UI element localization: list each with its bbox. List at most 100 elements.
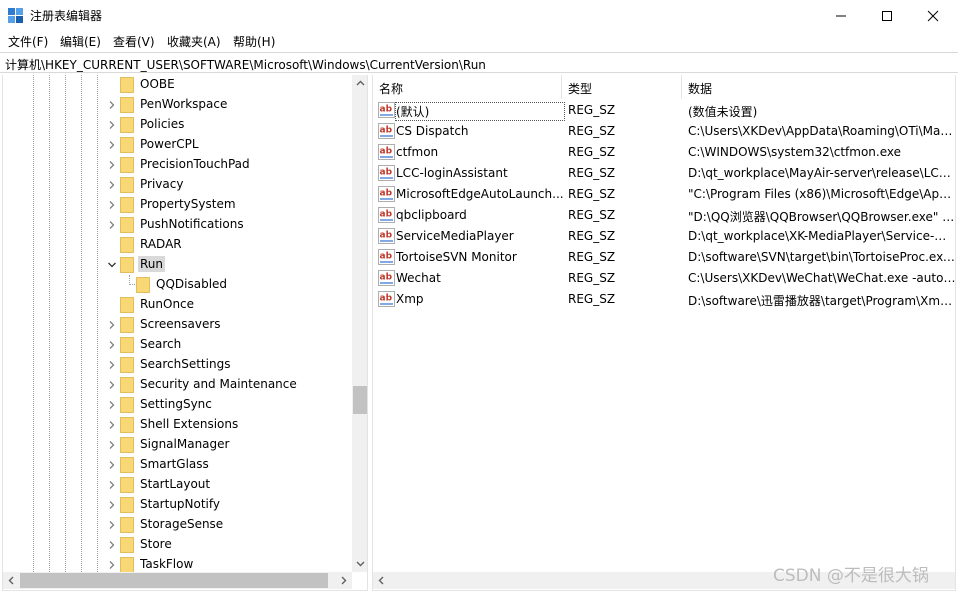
scroll-left-arrow-icon[interactable] <box>7 576 16 585</box>
column-header-type[interactable]: 类型 <box>562 75 682 99</box>
chevron-right-icon[interactable] <box>107 320 117 330</box>
chevron-right-icon[interactable] <box>107 180 117 190</box>
chevron-right-icon[interactable] <box>107 220 117 230</box>
value-type: REG_SZ <box>568 145 616 159</box>
string-value-icon: ab <box>378 102 395 118</box>
chevron-right-icon[interactable] <box>107 440 117 450</box>
tree-item[interactable]: RunOnce <box>3 295 351 315</box>
tree-item[interactable]: RADAR <box>3 235 351 255</box>
value-type: REG_SZ <box>568 292 616 306</box>
value-row[interactable]: ab ctfmon REG_SZ C:\WINDOWS\system32\ctfmon… <box>373 142 955 163</box>
chevron-right-icon[interactable] <box>107 420 117 430</box>
tree-item[interactable]: SearchSettings <box>3 355 351 375</box>
tree-horizontal-scroll-thumb[interactable] <box>20 573 328 588</box>
tree-item[interactable]: Policies <box>3 115 351 135</box>
value-type: REG_SZ <box>568 124 616 138</box>
tree-item[interactable]: PenWorkspace <box>3 95 351 115</box>
folder-icon <box>120 417 134 433</box>
chevron-right-icon[interactable] <box>107 200 117 210</box>
key-tree-pane[interactable]: OOBE PenWorkspace Policies PowerCPL Precisio… <box>2 75 368 591</box>
chevron-right-icon[interactable] <box>107 120 117 130</box>
tree-item[interactable]: PowerCPL <box>3 135 351 155</box>
column-header-data[interactable]: 数据 <box>682 75 955 99</box>
chevron-right-icon[interactable] <box>107 140 117 150</box>
tree-item-label: QQDisabled <box>156 277 228 291</box>
chevron-right-icon[interactable] <box>107 400 117 410</box>
scroll-left-arrow-icon[interactable] <box>377 576 386 585</box>
value-row[interactable]: ab (默认) REG_SZ (数值未设置) <box>373 100 955 121</box>
scroll-down-arrow-icon[interactable] <box>356 559 365 568</box>
tree-item[interactable]: SettingSync <box>3 395 351 415</box>
close-button[interactable] <box>910 0 956 31</box>
column-header-name[interactable]: 名称 <box>373 75 563 99</box>
value-data: D:\software\SVN\target\bin\TortoiseProc.… <box>688 250 956 264</box>
tree-item-label: Shell Extensions <box>140 417 239 431</box>
scroll-up-arrow-icon[interactable] <box>356 79 365 88</box>
tree-item[interactable]: Run <box>3 255 351 275</box>
chevron-right-icon[interactable] <box>107 360 117 370</box>
values-list-pane[interactable]: 名称 类型 数据 ab (默认) REG_SZ (数值未设置) ab CS Dispatc… <box>372 75 956 591</box>
tree-item[interactable]: Shell Extensions <box>3 415 351 435</box>
value-data: (数值未设置) <box>688 105 758 119</box>
value-row[interactable]: ab MicrosoftEdgeAutoLaunch... REG_SZ "C:\Pr… <box>373 184 956 205</box>
chevron-right-icon[interactable] <box>107 460 117 470</box>
tree-item[interactable]: SignalManager <box>3 435 351 455</box>
value-row[interactable]: ab Wechat REG_SZ C:\Users\XKDev\WeChat\WeCh… <box>373 268 955 289</box>
value-row[interactable]: ab LCC-loginAssistant REG_SZ D:\qt_workplac… <box>373 163 955 184</box>
tree-item[interactable]: StartupNotify <box>3 495 351 515</box>
chevron-right-icon[interactable] <box>107 380 117 390</box>
chevron-right-icon[interactable] <box>107 100 117 110</box>
chevron-right-icon[interactable] <box>107 480 117 490</box>
value-type: REG_SZ <box>568 103 616 117</box>
tree-vertical-scrollbar[interactable] <box>352 75 367 572</box>
chevron-right-icon[interactable] <box>107 520 117 530</box>
value-data: "C:\Program Files (x86)\Microsoft\Edge\A… <box>688 187 956 201</box>
folder-icon <box>120 257 134 273</box>
tree-item[interactable]: Security and Maintenance <box>3 375 351 395</box>
tree-item[interactable]: PushNotifications <box>3 215 351 235</box>
tree-item[interactable]: Search <box>3 335 351 355</box>
tree-item[interactable]: OOBE <box>3 75 351 95</box>
tree-item[interactable]: StartLayout <box>3 475 351 495</box>
menu-edit[interactable]: 编辑(E) <box>60 33 101 50</box>
value-row[interactable]: ab CS Dispatch REG_SZ C:\Users\XKDev\AppDat… <box>373 121 955 142</box>
tree-item-label: Screensavers <box>140 317 221 331</box>
tree-item-label: RunOnce <box>140 297 195 311</box>
tree-item[interactable]: QQDisabled <box>3 275 351 295</box>
tree-horizontal-scrollbar[interactable] <box>3 572 352 589</box>
tree-item[interactable]: PropertySystem <box>3 195 351 215</box>
chevron-down-icon[interactable] <box>107 260 117 270</box>
tree-item[interactable]: Screensavers <box>3 315 351 335</box>
chevron-right-icon[interactable] <box>107 160 117 170</box>
menu-file[interactable]: 文件(F) <box>8 33 48 50</box>
value-row[interactable]: ab Xmp REG_SZ D:\software\迅雷播放器\target\Prog… <box>373 289 955 310</box>
maximize-button[interactable] <box>864 0 910 31</box>
minimize-icon <box>836 15 846 16</box>
tree-item[interactable]: Privacy <box>3 175 351 195</box>
tree-vertical-scroll-thumb[interactable] <box>353 386 367 414</box>
chevron-right-icon[interactable] <box>107 500 117 510</box>
svg-text:ab: ab <box>380 294 393 304</box>
chevron-right-icon[interactable] <box>107 540 117 550</box>
value-row[interactable]: ab qbclipboard REG_SZ "D:\QQ浏览器\QQBrowser\Q… <box>373 205 955 226</box>
scroll-right-arrow-icon[interactable] <box>339 576 348 585</box>
tree-item[interactable]: StorageSense <box>3 515 351 535</box>
string-value-icon: ab <box>378 165 395 181</box>
title-bar: 注册表编辑器 <box>0 0 958 31</box>
value-type: REG_SZ <box>568 187 616 201</box>
value-row[interactable]: ab TortoiseSVN Monitor REG_SZ D:\software\S… <box>373 247 956 268</box>
menu-help[interactable]: 帮助(H) <box>233 33 275 50</box>
menu-favorites[interactable]: 收藏夹(A) <box>167 33 221 50</box>
value-row[interactable]: ab ServiceMediaPlayer REG_SZ D:\qt_workplac… <box>373 226 955 247</box>
tree-item[interactable]: SmartGlass <box>3 455 351 475</box>
menu-view[interactable]: 查看(V) <box>113 33 155 50</box>
value-name: ctfmon <box>396 145 439 159</box>
address-bar[interactable]: 计算机\HKEY_CURRENT_USER\SOFTWARE\Microsoft… <box>0 52 958 73</box>
tree-item[interactable]: PrecisionTouchPad <box>3 155 351 175</box>
chevron-right-icon[interactable] <box>107 560 117 570</box>
chevron-right-icon[interactable] <box>107 340 117 350</box>
minimize-button[interactable] <box>818 0 864 31</box>
svg-text:ab: ab <box>380 147 393 157</box>
tree-item-label: Privacy <box>140 177 184 191</box>
tree-item[interactable]: Store <box>3 535 351 555</box>
